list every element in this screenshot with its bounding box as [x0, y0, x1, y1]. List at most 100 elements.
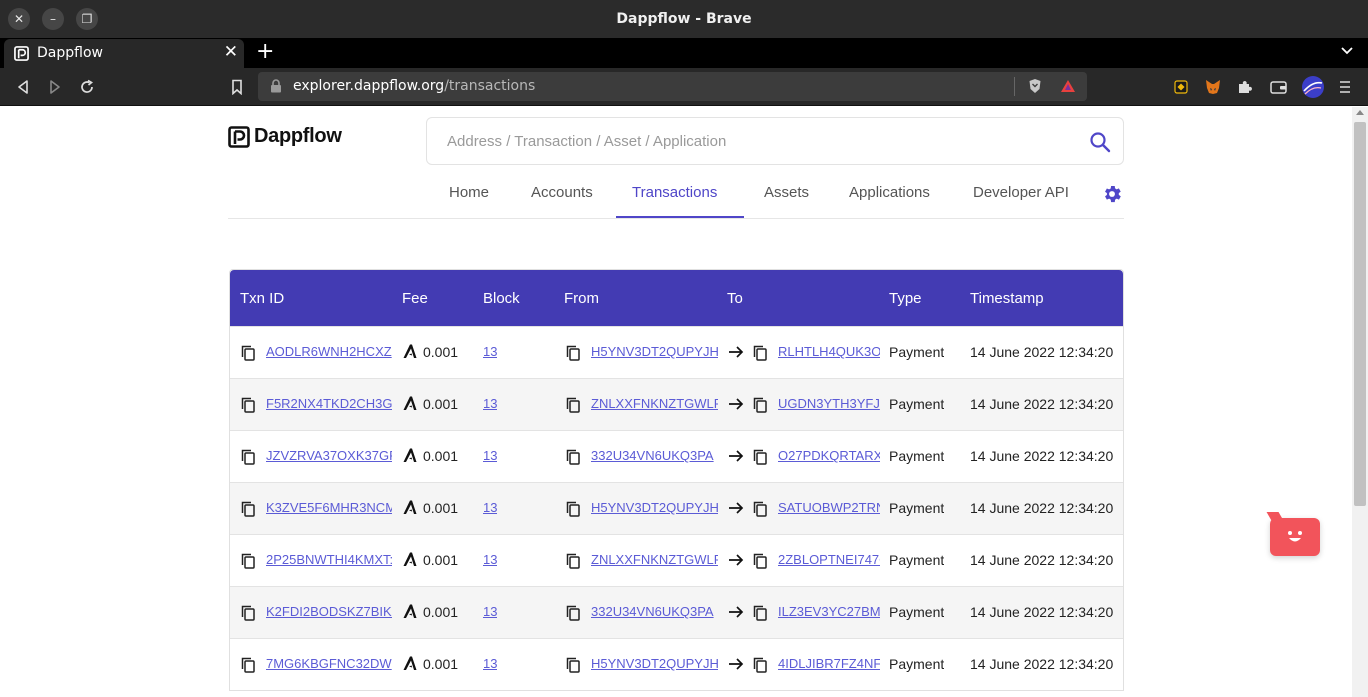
copy-icon[interactable] [566, 449, 580, 465]
copy-icon[interactable] [241, 397, 255, 413]
nav-accounts[interactable]: Accounts [531, 184, 593, 201]
block-link[interactable]: 13 [483, 344, 497, 359]
block-link[interactable]: 13 [483, 656, 497, 671]
copy-icon[interactable] [566, 501, 580, 517]
block-link[interactable]: 13 [483, 500, 497, 515]
reload-icon[interactable] [77, 77, 97, 97]
timestamp-value: 14 June 2022 12:34:20 [970, 344, 1114, 360]
menu-hamburger-icon[interactable] [1339, 80, 1351, 94]
scroll-thumb[interactable] [1354, 122, 1366, 506]
txn-id-link[interactable]: F5R2NX4TKD2CH3G [266, 396, 392, 411]
copy-icon[interactable] [566, 657, 580, 673]
from-address-link[interactable]: ZNLXXFNKNZTGWLR4 [591, 552, 718, 567]
copy-icon[interactable] [753, 553, 767, 569]
page-scrollbar[interactable] [1352, 107, 1368, 697]
nav-applications[interactable]: Applications [849, 184, 930, 201]
forward-icon[interactable] [45, 77, 65, 97]
from-address-link[interactable]: 332U34VN6UKQ3PA [591, 448, 718, 463]
copy-icon[interactable] [753, 501, 767, 517]
smiley-face-icon [1288, 531, 1302, 542]
nav-transactions[interactable]: Transactions [632, 184, 717, 201]
copy-icon[interactable] [241, 553, 255, 569]
to-address-link[interactable]: ILZ3EV3YC27BM [778, 604, 880, 619]
tab-close-button[interactable]: ✕ [224, 42, 238, 62]
nav-home[interactable]: Home [449, 184, 489, 201]
copy-icon[interactable] [753, 605, 767, 621]
tab-list-chevron-icon[interactable] [1340, 44, 1354, 58]
bookmark-icon[interactable] [227, 77, 247, 97]
url-text: explorer.dappflow.org/transactions [293, 78, 535, 94]
arrow-right-icon [729, 502, 744, 514]
arrow-right-icon [729, 450, 744, 462]
search-input[interactable] [428, 119, 1068, 163]
address-bar[interactable]: explorer.dappflow.org/transactions [258, 72, 1087, 101]
txn-id-link[interactable]: 2P25BNWTHI4KMXT: [266, 552, 392, 567]
brave-shields-icon[interactable] [1028, 78, 1042, 94]
metamask-extension-icon[interactable] [1204, 78, 1222, 96]
wallet-icon[interactable] [1270, 80, 1287, 94]
txn-id-link[interactable]: K3ZVE5F6MHR3NCM [266, 500, 392, 515]
from-address-link[interactable]: H5YNV3DT2QUPYJH [591, 500, 718, 515]
from-address-link[interactable]: H5YNV3DT2QUPYJH [591, 344, 718, 359]
tab-dappflow[interactable]: Dappflow ✕ [4, 39, 244, 68]
to-address-link[interactable]: O27PDKQRTARX [778, 448, 880, 463]
settings-gear-icon[interactable] [1101, 183, 1123, 205]
copy-icon[interactable] [753, 449, 767, 465]
search-box [426, 117, 1124, 165]
block-link[interactable]: 13 [483, 604, 497, 619]
profile-avatar-icon[interactable] [1301, 75, 1325, 99]
copy-icon[interactable] [753, 657, 767, 673]
from-address-link[interactable]: 332U34VN6UKQ3PA [591, 604, 718, 619]
brave-rewards-icon[interactable] [1060, 79, 1076, 93]
to-address-link[interactable]: RLHTLH4QUK3OA [778, 344, 880, 359]
timestamp-value: 14 June 2022 12:34:20 [970, 448, 1114, 464]
to-address-link[interactable]: 4IDLJIBR7FZ4NF: [778, 656, 880, 671]
table-header: Txn ID Fee Block From To Type Timestamp [230, 270, 1123, 326]
algorand-icon [403, 656, 417, 670]
copy-icon[interactable] [241, 501, 255, 517]
to-address-link[interactable]: 2ZBLOPTNEI747C [778, 552, 880, 567]
copy-icon[interactable] [753, 397, 767, 413]
new-tab-button[interactable]: + [256, 39, 274, 64]
type-value: Payment [889, 604, 945, 620]
nav-developer-api[interactable]: Developer API [973, 184, 1069, 201]
type-value: Payment [889, 396, 945, 412]
copy-icon[interactable] [241, 605, 255, 621]
back-icon[interactable] [13, 77, 33, 97]
nav-assets[interactable]: Assets [764, 184, 809, 201]
to-address-link[interactable]: UGDN3YTH3YFJ [778, 396, 880, 411]
browser-toolbar: explorer.dappflow.org/transactions [0, 68, 1368, 106]
txn-id-link[interactable]: AODLR6WNH2HCXZ [266, 344, 392, 359]
type-value: Payment [889, 552, 945, 568]
copy-icon[interactable] [241, 449, 255, 465]
block-link[interactable]: 13 [483, 396, 497, 411]
window-title: Dappflow - Brave [616, 11, 752, 27]
from-address-link[interactable]: ZNLXXFNKNZTGWLR4 [591, 396, 718, 411]
dappflow-logo[interactable]: Dappflow [228, 125, 342, 148]
copy-icon[interactable] [241, 657, 255, 673]
table-row: 2P25BNWTHI4KMXT: 0.001 13 ZNLXXFNKNZTGWL… [230, 534, 1123, 586]
binance-extension-icon[interactable] [1173, 79, 1189, 95]
header-block: Block [483, 290, 520, 307]
search-icon[interactable] [1089, 131, 1111, 153]
fee-value: 0.001 [423, 396, 459, 412]
block-link[interactable]: 13 [483, 448, 497, 463]
copy-icon[interactable] [566, 345, 580, 361]
header-fee: Fee [402, 290, 428, 307]
dappflow-favicon-icon [14, 46, 29, 61]
txn-id-link[interactable]: K2FDI2BODSKZ7BIKZ [266, 604, 392, 619]
txn-id-link[interactable]: JZVZRVA37OXK37GF [266, 448, 392, 463]
copy-icon[interactable] [241, 345, 255, 361]
copy-icon[interactable] [566, 605, 580, 621]
txn-id-link[interactable]: 7MG6KBGFNC32DW [266, 656, 392, 671]
copy-icon[interactable] [566, 397, 580, 413]
copy-icon[interactable] [566, 553, 580, 569]
copy-icon[interactable] [753, 345, 767, 361]
table-row: AODLR6WNH2HCXZ 0.001 13 H5YNV3DT2QUPYJH … [230, 326, 1123, 378]
chat-widget-button[interactable] [1266, 512, 1320, 556]
to-address-link[interactable]: SATUOBWP2TRN [778, 500, 880, 515]
block-link[interactable]: 13 [483, 552, 497, 567]
scroll-up-arrow-icon[interactable] [1356, 110, 1364, 115]
from-address-link[interactable]: H5YNV3DT2QUPYJH [591, 656, 718, 671]
extensions-puzzle-icon[interactable] [1237, 79, 1253, 95]
